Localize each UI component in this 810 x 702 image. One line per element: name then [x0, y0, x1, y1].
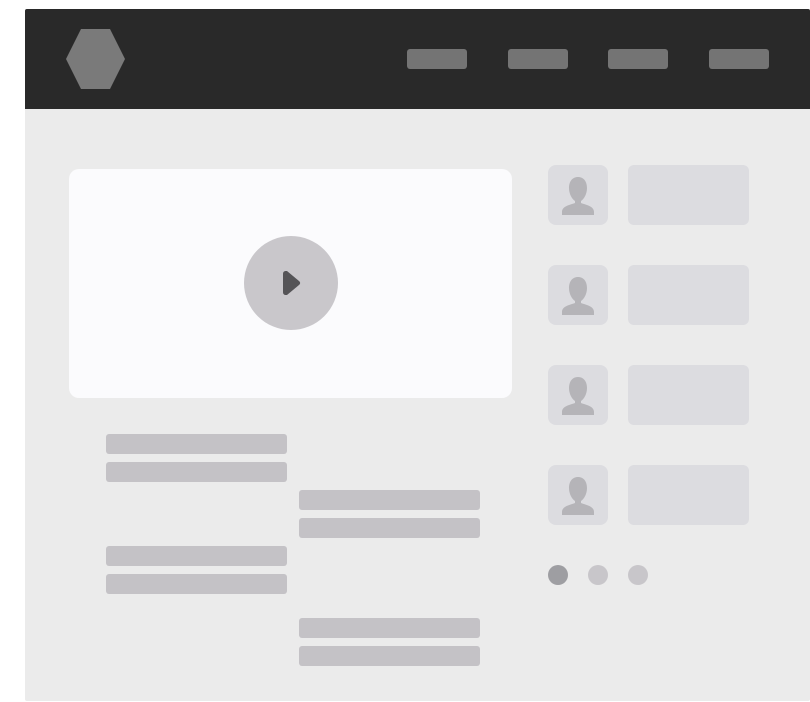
avatar[interactable]: [548, 165, 608, 225]
avatar[interactable]: [548, 365, 608, 425]
user-card[interactable]: [628, 165, 749, 225]
nav-item-4[interactable]: [709, 49, 769, 69]
user-silhouette-icon: [562, 377, 594, 415]
user-card[interactable]: [628, 465, 749, 525]
play-button[interactable]: [244, 236, 338, 330]
hexagon-logo-icon[interactable]: [66, 29, 125, 89]
nav-item-3[interactable]: [608, 49, 668, 69]
pagination-dot-active[interactable]: [548, 565, 568, 585]
text-line-placeholder: [106, 462, 287, 482]
user-card[interactable]: [628, 265, 749, 325]
text-line-placeholder: [106, 434, 287, 454]
text-line-placeholder: [299, 618, 480, 638]
text-line-placeholder: [106, 546, 287, 566]
play-icon: [283, 271, 301, 295]
user-card[interactable]: [628, 365, 749, 425]
nav-item-1[interactable]: [407, 49, 467, 69]
text-line-placeholder: [106, 574, 287, 594]
pagination-dot[interactable]: [628, 565, 648, 585]
user-silhouette-icon: [562, 477, 594, 515]
user-silhouette-icon: [562, 177, 594, 215]
user-silhouette-icon: [562, 277, 594, 315]
top-navigation-bar: [25, 9, 810, 109]
text-line-placeholder: [299, 518, 480, 538]
video-player[interactable]: [69, 169, 512, 398]
pagination-dot[interactable]: [588, 565, 608, 585]
avatar[interactable]: [548, 465, 608, 525]
text-line-placeholder: [299, 490, 480, 510]
app-window: [25, 9, 810, 701]
text-line-placeholder: [299, 646, 480, 666]
avatar[interactable]: [548, 265, 608, 325]
nav-item-2[interactable]: [508, 49, 568, 69]
